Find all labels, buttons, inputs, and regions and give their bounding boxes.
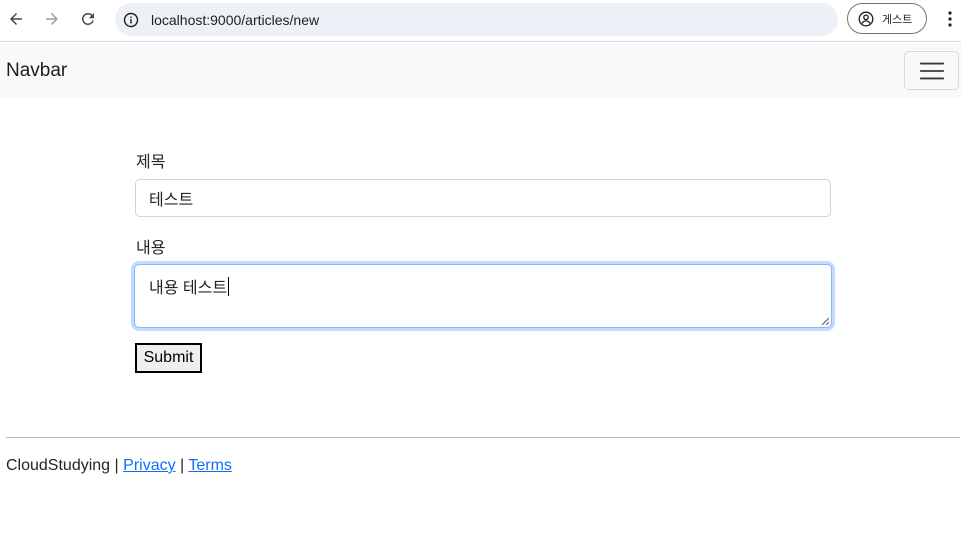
forward-arrow-icon[interactable] [40, 7, 64, 31]
resize-grip-icon[interactable] [821, 317, 829, 325]
navbar: Navbar [0, 43, 961, 98]
content-label: 내용 [136, 240, 166, 257]
footer-divider [6, 437, 960, 438]
text-caret [228, 277, 230, 296]
content-textarea-value: 내용 테스트 [149, 280, 228, 297]
footer-company: CloudStudying [6, 457, 111, 474]
profile-label: 게스트 [882, 13, 913, 26]
kebab-menu-icon[interactable] [940, 8, 960, 30]
footer-separator: | [114, 457, 119, 474]
footer-separator: | [180, 457, 185, 474]
content-textarea[interactable]: 내용 테스트 [134, 264, 832, 328]
navbar-brand[interactable]: Navbar [6, 60, 67, 82]
navbar-toggler-button[interactable] [904, 51, 959, 90]
terms-link[interactable]: Terms [188, 457, 232, 474]
submit-button[interactable]: Submit [135, 343, 202, 373]
address-bar[interactable]: localhost:9000/articles/new [115, 3, 838, 36]
title-input-value: 테스트 [149, 192, 194, 209]
back-arrow-icon[interactable] [4, 7, 28, 31]
hamburger-icon [919, 62, 944, 79]
profile-button[interactable]: 게스트 [847, 3, 927, 34]
footer: CloudStudying | Privacy | Terms [6, 457, 232, 475]
browser-toolbar: localhost:9000/articles/new 게스트 [0, 0, 961, 42]
site-info-icon[interactable] [123, 12, 139, 28]
profile-icon [858, 11, 874, 26]
title-input[interactable]: 테스트 [135, 179, 831, 217]
privacy-link[interactable]: Privacy [123, 457, 175, 474]
url-text: localhost:9000/articles/new [151, 11, 320, 28]
reload-icon[interactable] [76, 7, 100, 31]
title-label: 제목 [136, 154, 166, 171]
